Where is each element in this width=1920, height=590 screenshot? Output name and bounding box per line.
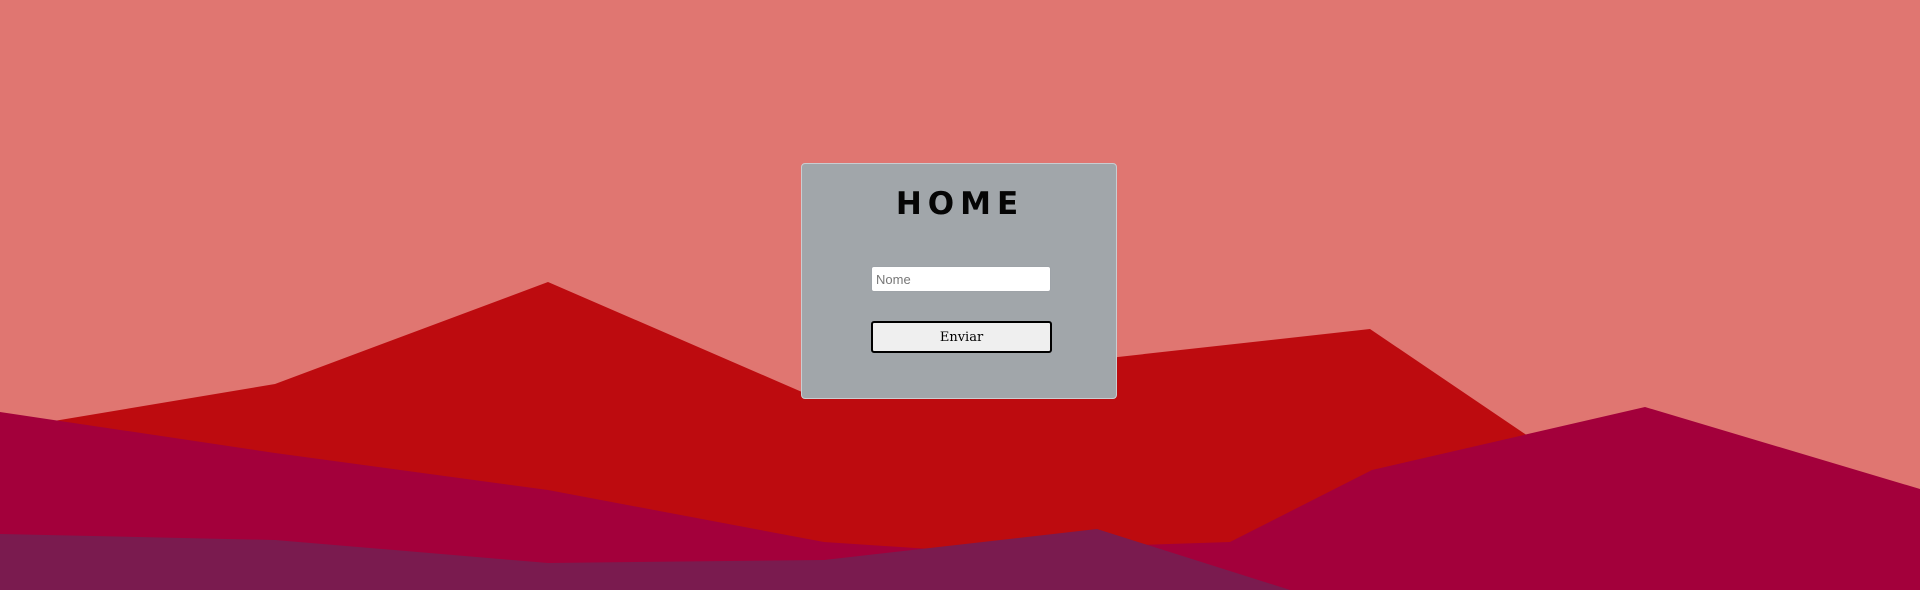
send-button[interactable]: Enviar [871,321,1052,353]
name-input[interactable] [871,266,1051,292]
home-form-card: HOME Enviar [801,163,1117,399]
page-scene: HOME Enviar [0,0,1920,590]
page-title: HOME [895,186,1025,222]
